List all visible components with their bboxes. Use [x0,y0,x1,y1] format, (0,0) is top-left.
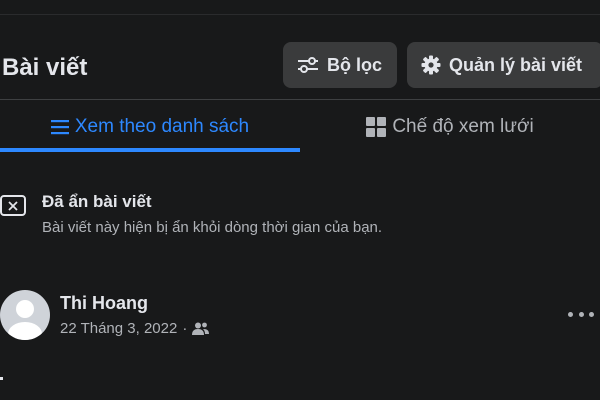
meta-separator: · [182,320,188,337]
post-author[interactable]: Thi Hoang [60,293,148,314]
default-avatar-icon [8,300,42,340]
friends-icon[interactable] [192,322,210,335]
grid-icon [366,117,387,137]
post-meta: 22 Tháng 3, 2022 · [60,320,210,337]
filter-sliders-icon [298,57,318,73]
hidden-post-icon [0,195,26,216]
avatar[interactable] [0,290,50,340]
tab-list-view-label: Xem theo danh sách [74,116,250,137]
view-tabs: Xem theo danh sách Chế độ xem lưới [0,100,600,154]
hidden-post-notice: Đã ẩn bài viết Bài viết này hiện bị ẩn k… [0,190,600,242]
more-options-icon[interactable] [568,304,594,324]
manage-posts-button[interactable]: Quản lý bài viết [407,42,600,88]
manage-posts-label: Quản lý bài viết [449,54,583,75]
hidden-notice-description: Bài viết này hiện bị ẩn khỏi dòng thời g… [42,219,383,236]
active-tab-indicator [0,148,300,152]
top-divider [0,14,600,15]
filter-button[interactable]: Bộ lọc [283,42,397,88]
post-date[interactable]: 22 Tháng 3, 2022 [60,320,177,337]
list-icon [50,120,69,135]
tab-grid-view[interactable]: Chế độ xem lưới [300,100,600,154]
hidden-notice-title: Đã ẩn bài viết [42,192,152,211]
filter-button-label: Bộ lọc [327,54,383,75]
tab-list-view[interactable]: Xem theo danh sách [0,100,300,154]
post-header: Thi Hoang 22 Tháng 3, 2022 · [0,290,600,350]
tab-grid-view-label: Chế độ xem lưới [392,116,534,137]
gear-icon [421,55,441,75]
content-fragment [0,377,3,380]
posts-header: Bài viết Bộ lọc Quản lý bài viết [0,42,600,90]
page-title: Bài viết [2,54,88,81]
